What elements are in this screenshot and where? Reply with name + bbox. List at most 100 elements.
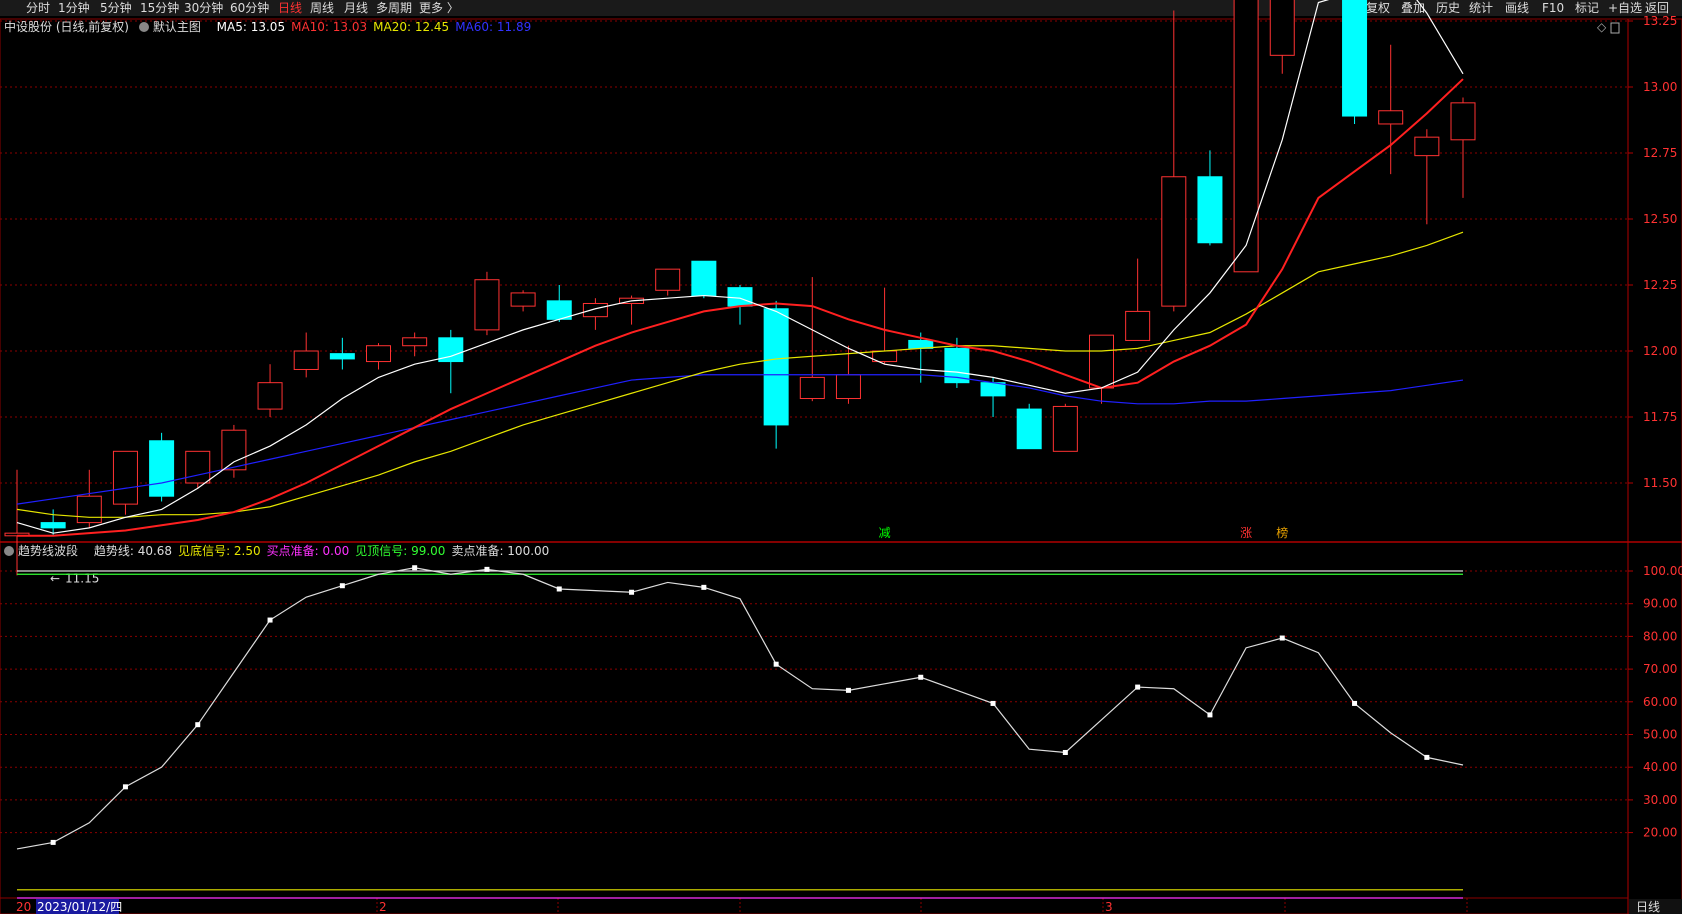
price-tick-label: 13.00 [1643, 80, 1677, 94]
trend-point [990, 700, 996, 706]
candle-body [1378, 110, 1404, 125]
trend-point [195, 722, 201, 728]
indicator-tick-label: 60.00 [1643, 695, 1677, 709]
candle-body [257, 382, 283, 410]
candle-body [1342, 0, 1368, 117]
panel-toggle-icon [1610, 22, 1620, 34]
indicator-value-label: 见顶信号: 99.00 [355, 544, 446, 558]
candle-body [1125, 310, 1151, 341]
trend-point [556, 586, 562, 592]
candle-body [221, 429, 247, 471]
date-axis-label: 20 [16, 900, 31, 914]
trend-line [16, 567, 1464, 850]
ma-label: MA5: 13.05 [216, 20, 286, 34]
trend-point [1062, 749, 1068, 755]
price-tick-label: 12.25 [1643, 278, 1677, 292]
candle-body [76, 495, 102, 524]
candle-body [293, 350, 319, 370]
price-tick-label: 12.75 [1643, 146, 1677, 160]
trend-point [122, 784, 128, 790]
signal-marker: 榜 [1276, 525, 1288, 540]
month-label: 2 [379, 900, 387, 914]
candle-body [1233, 0, 1259, 273]
trend-point [773, 661, 779, 667]
candle-body [763, 308, 789, 426]
candle-body [835, 374, 861, 400]
trend-point [1207, 712, 1213, 718]
ma-label: MA10: 13.03 [291, 20, 368, 34]
low-pointer: ← [50, 571, 60, 585]
indicator-tick-label: 70.00 [1643, 662, 1677, 676]
trend-point [267, 617, 273, 623]
trend-point [412, 565, 418, 571]
diamond-icon: ◇ [1597, 20, 1607, 34]
candle-body [582, 302, 608, 318]
trend-point [50, 839, 56, 845]
indicator-tick-label: 20.00 [1643, 826, 1677, 840]
candle-body [366, 345, 391, 363]
price-tick-label: 11.75 [1643, 410, 1677, 424]
gear-icon [4, 546, 14, 556]
candle-body [1450, 102, 1476, 141]
candle-body [1052, 405, 1078, 452]
gear-icon [138, 22, 149, 32]
candle-body [727, 287, 753, 307]
ma-label: MA60: 11.89 [455, 20, 532, 34]
period-label: 日线 [1636, 900, 1660, 914]
template-selector[interactable]: 默认主图 [138, 20, 207, 34]
indicator-value-label: 见底信号: 2.50 [178, 544, 261, 558]
candle-body [799, 376, 825, 400]
candle-body [655, 268, 681, 291]
indicator-legend: 趋势线: 40.68 见底信号: 2.50 买点准备: 0.00 见顶信号: 99.0… [94, 544, 555, 558]
indicator-tick-label: 80.00 [1643, 629, 1677, 643]
candle-body [149, 440, 175, 497]
indicator-tick-label: 50.00 [1643, 728, 1677, 742]
candle-body [510, 292, 536, 307]
trend-point [339, 583, 345, 589]
indicator-name: 趋势线波段 [18, 544, 79, 558]
chart-canvas: 11.50 11.75 12.00 12.25 12.50 12.75 13.00 13.25… [0, 0, 1682, 914]
trend-point [1352, 700, 1358, 706]
trend-point [629, 589, 635, 595]
indicator-tick-label: 90.00 [1643, 597, 1677, 611]
trend-point [918, 674, 924, 680]
candle-body [474, 279, 500, 331]
candle-body [691, 260, 717, 297]
price-tick-label: 13.25 [1643, 14, 1677, 28]
ma-legend: MA5: 13.05 MA10: 13.03 MA20: 12.45 MA60: 11… [217, 20, 538, 34]
trend-point [484, 566, 490, 572]
trend-point [1279, 635, 1285, 641]
price-tick-label: 12.00 [1643, 344, 1677, 358]
price-tick-label: 11.50 [1643, 476, 1677, 490]
candle-body [1269, 0, 1295, 56]
candle-body [1161, 176, 1187, 307]
indicator-tick-label: 30.00 [1643, 793, 1677, 807]
indicator-tick-label: 40.00 [1643, 760, 1677, 774]
candle-body [1414, 136, 1440, 157]
signal-marker: 减 [879, 526, 891, 540]
indicator-value-label: 买点准备: 0.00 [266, 544, 350, 558]
candle-body [185, 450, 211, 484]
ma-label: MA20: 12.45 [373, 20, 450, 34]
candle-body [402, 337, 428, 347]
trend-point [701, 584, 707, 590]
indicator-selector[interactable]: 趋势线波段 [4, 544, 84, 558]
indicator-value-label: 卖点准备: 100.00 [451, 544, 550, 558]
indicator-infobar: 趋势线波段 趋势线: 40.68 见底信号: 2.50 买点准备: 0.00 见顶信号… [0, 543, 561, 559]
indicator-tick-label: 100.00 [1643, 564, 1682, 578]
trend-point [1424, 754, 1430, 760]
candle-body [329, 353, 355, 360]
month-label: 3 [1105, 900, 1113, 914]
cursor-date-label: 2023/01/12/四 [37, 900, 122, 914]
trend-point [1135, 684, 1141, 690]
template-label: 默认主图 [152, 20, 201, 34]
low-price-label: 11.15 [65, 571, 99, 585]
stock-title: 中设股份 (日线,前复权) [4, 20, 129, 34]
candle-body [1016, 408, 1042, 450]
main-chart-infobar: 中设股份 (日线,前复权) 默认主图 MA5: 13.05 MA10: 13.03… [0, 19, 543, 35]
indicator-value-label: 趋势线: 40.68 [93, 544, 173, 558]
signal-marker: 涨 [1240, 525, 1252, 540]
candle-body [980, 382, 1006, 397]
price-tick-label: 12.50 [1643, 212, 1677, 226]
trend-point [845, 687, 851, 693]
